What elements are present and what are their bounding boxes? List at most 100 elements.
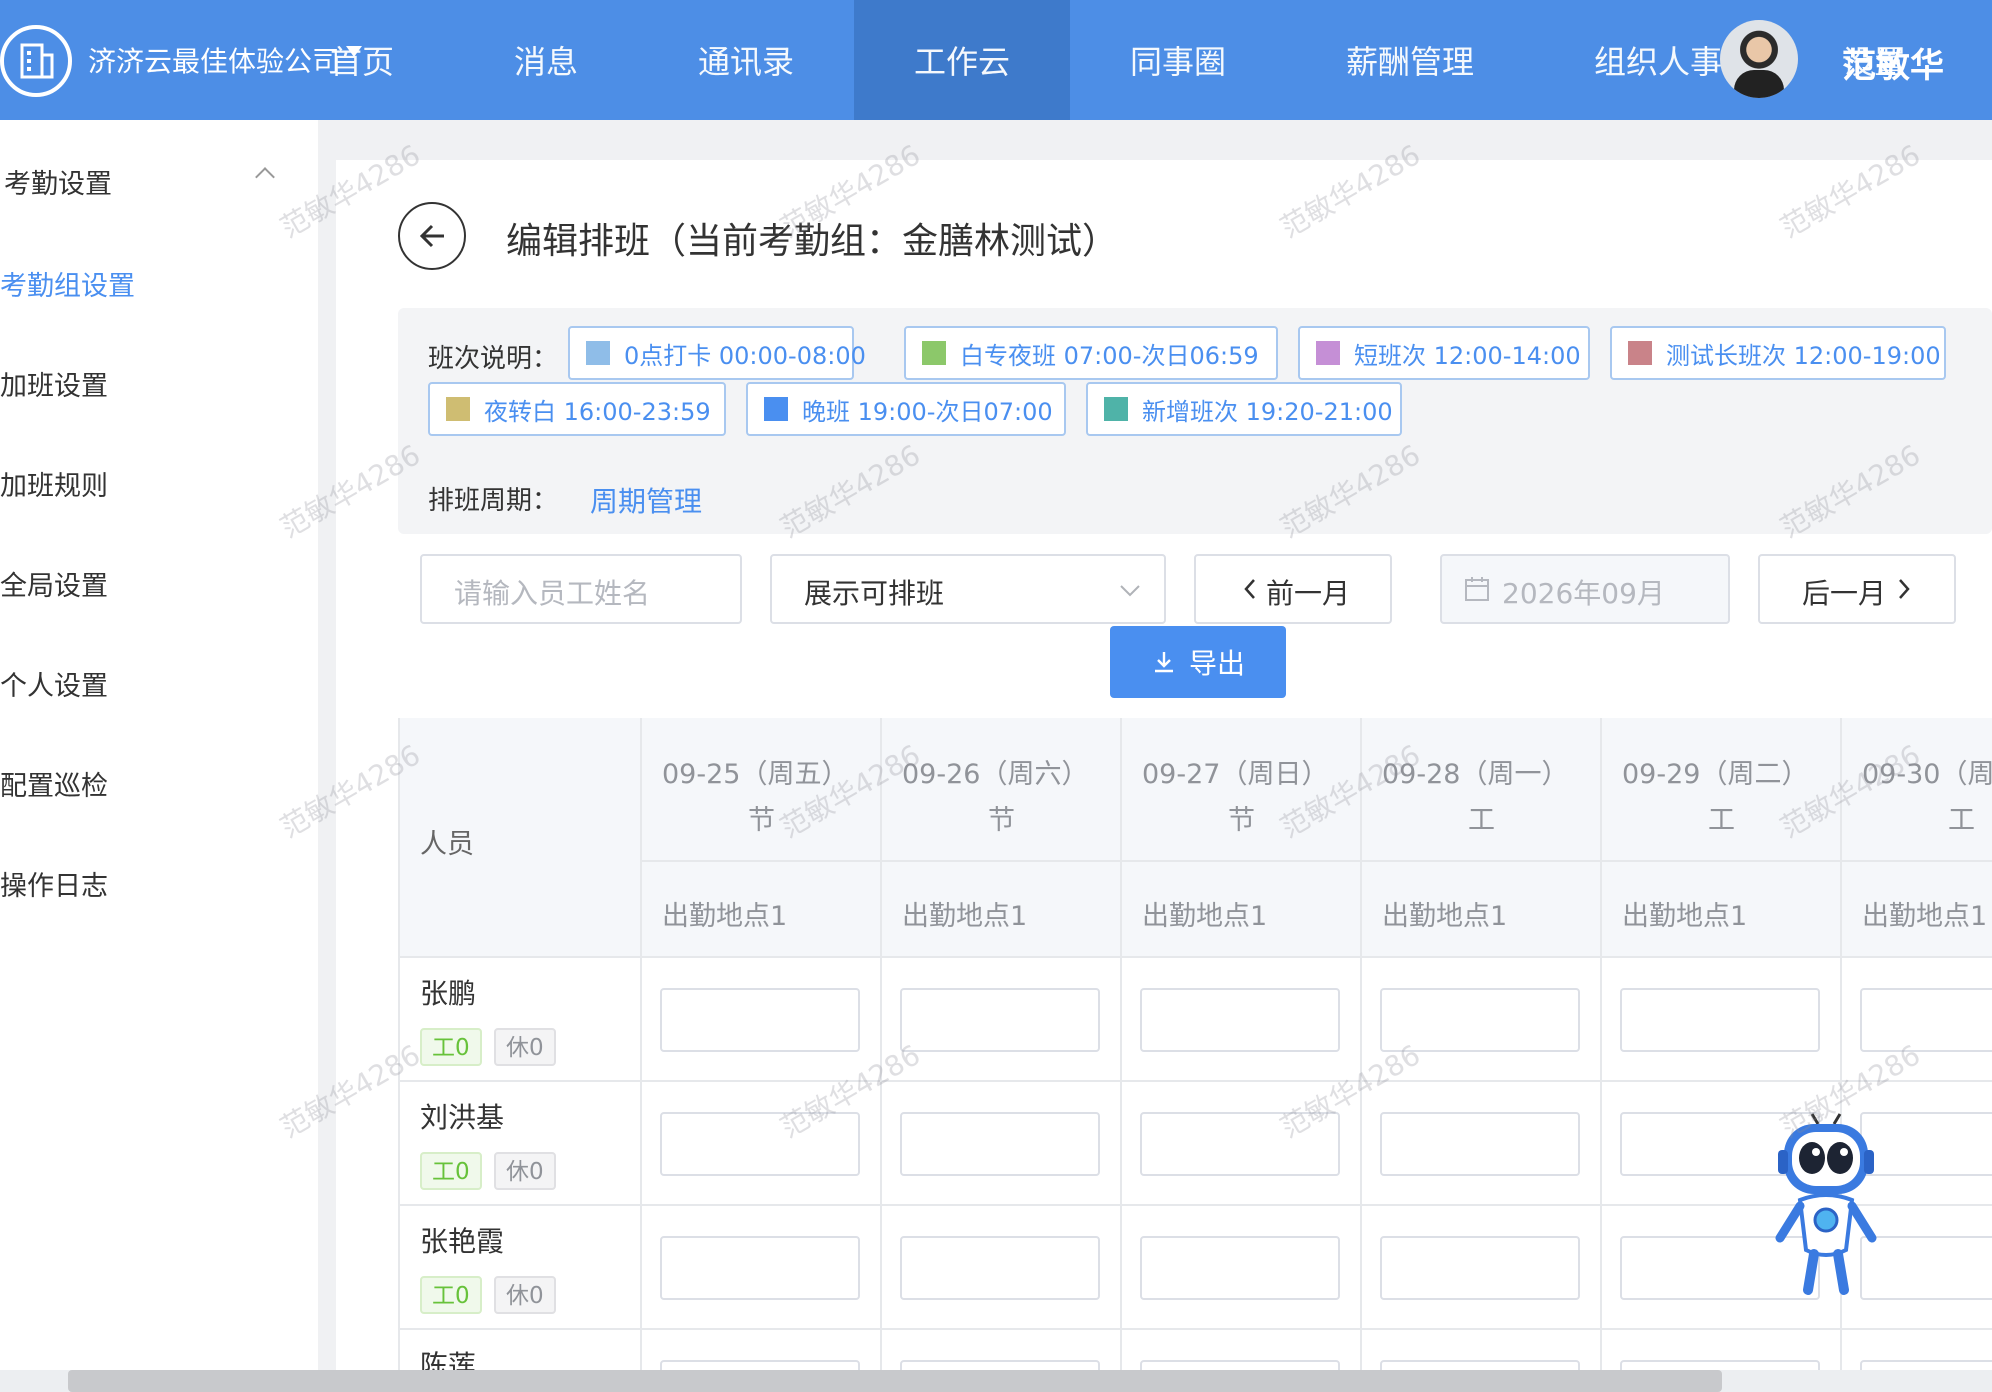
nav-payroll[interactable]: 薪酬管理 <box>1346 0 1474 120</box>
sidebar-item-attendance-settings[interactable]: 考勤设置 <box>4 162 112 201</box>
work-count-badge: 工0 <box>420 1152 482 1190</box>
day-header-type: 节 <box>1228 805 1255 836</box>
shift-color-swatch <box>1316 341 1340 365</box>
month-value: 2026年09月 <box>1502 577 1665 610</box>
chevron-right-icon <box>1899 579 1910 599</box>
shift-cell-input[interactable] <box>1620 1360 1820 1370</box>
shift-description-label: 班次说明： <box>428 344 559 374</box>
company-name[interactable]: 济济云最佳体验公司 <box>88 40 340 80</box>
export-label: 导出 <box>1188 647 1245 680</box>
shift-tag[interactable]: 0点打卡 00:00-08:00 <box>568 326 866 380</box>
shift-tag-text: 夜转白 16:00-23:59 <box>484 397 711 426</box>
row-divider <box>400 1080 1992 1082</box>
cycle-management-link[interactable]: 周期管理 <box>590 480 702 520</box>
schedule-cycle-label: 排班周期： <box>428 486 559 516</box>
day-header-type: 工 <box>1948 805 1975 836</box>
shift-color-swatch <box>922 341 946 365</box>
shift-cell-input[interactable] <box>900 988 1100 1052</box>
sidebar-item-personal-settings[interactable]: 个人设置 <box>0 664 108 703</box>
work-count-badge: 工0 <box>420 1028 482 1066</box>
shift-tag[interactable]: 白专夜班 07:00-次日06:59 <box>904 326 1278 380</box>
shift-cell-input[interactable] <box>1380 1360 1580 1370</box>
row-divider <box>400 1204 1992 1206</box>
nav-colleagues[interactable]: 同事圈 <box>1130 0 1226 120</box>
horizontal-scrollbar-thumb[interactable] <box>68 1370 1722 1392</box>
next-month-label: 后一月 <box>1802 577 1887 610</box>
shift-cell-input[interactable] <box>1380 1236 1580 1300</box>
shift-tag[interactable]: 短班次 12:00-14:00 <box>1298 326 1590 380</box>
nav-contacts[interactable]: 通讯录 <box>698 0 794 120</box>
shift-cell-input[interactable] <box>1860 1360 1992 1370</box>
schedule-filter-select[interactable]: 展示可排班 <box>770 554 1166 624</box>
day-header-date: 09-29（周二） <box>1622 759 1809 790</box>
shift-tag-text: 新增班次 19:20-21:00 <box>1142 397 1393 426</box>
shift-cell-input[interactable] <box>660 988 860 1052</box>
day-header-date: 09-26（周六） <box>902 759 1089 790</box>
column-divider <box>1120 718 1122 1370</box>
row-divider <box>640 860 1992 862</box>
shift-cell-input[interactable] <box>900 1112 1100 1176</box>
shift-tag[interactable]: 新增班次 19:20-21:00 <box>1086 382 1402 436</box>
shift-tag-text: 0点打卡 00:00-08:00 <box>624 341 866 370</box>
calendar-icon <box>1465 577 1489 601</box>
back-button[interactable] <box>398 202 466 270</box>
shift-cell-input[interactable] <box>1620 988 1820 1052</box>
shift-cell-input[interactable] <box>1380 1112 1580 1176</box>
nav-organization[interactable]: 组织人事 <box>1594 0 1722 120</box>
day-header-type: 工 <box>1468 805 1495 836</box>
month-picker[interactable]: 2026年09月 <box>1440 554 1730 624</box>
shift-tag-text: 短班次 12:00-14:00 <box>1354 341 1581 370</box>
robot-assistant-icon[interactable] <box>1770 1110 1882 1300</box>
work-count-badge: 工0 <box>420 1276 482 1314</box>
top-nav-bar: 济济云最佳体验公司 首页 消息 通讯录 工作云 同事圈 薪酬管理 组织人事 设置… <box>0 0 1992 120</box>
chevron-down-icon <box>1120 585 1140 597</box>
day-header-location: 出勤地点1 <box>1622 901 1748 932</box>
day-header-type: 节 <box>988 805 1015 836</box>
user-avatar[interactable] <box>1720 20 1798 98</box>
shift-cell-input[interactable] <box>660 1360 860 1370</box>
shift-color-swatch <box>446 397 470 421</box>
sidebar-item-operation-log[interactable]: 操作日志 <box>0 864 108 903</box>
chevron-left-icon <box>1244 579 1255 599</box>
shift-cell-input[interactable] <box>660 1236 860 1300</box>
prev-month-button[interactable]: 前一月 <box>1194 554 1392 624</box>
sidebar-item-overtime-settings[interactable]: 加班设置 <box>0 364 108 403</box>
person-name: 刘洪基 <box>420 1101 505 1134</box>
shift-color-swatch <box>586 341 610 365</box>
row-divider <box>400 956 1992 958</box>
day-header-location: 出勤地点1 <box>1382 901 1508 932</box>
export-button[interactable]: 导出 <box>1110 626 1286 698</box>
shift-tag[interactable]: 夜转白 16:00-23:59 <box>428 382 726 436</box>
nav-workcloud[interactable]: 工作云 <box>914 0 1010 120</box>
shift-color-swatch <box>1104 397 1128 421</box>
day-header-date: 09-27（周日） <box>1142 759 1329 790</box>
shift-cell-input[interactable] <box>1140 988 1340 1052</box>
user-name[interactable]: 范敏华 <box>1842 38 1944 87</box>
nav-home[interactable]: 首页 <box>330 0 394 120</box>
shift-cell-input[interactable] <box>900 1360 1100 1370</box>
shift-cell-input[interactable] <box>1140 1236 1340 1300</box>
rest-count-badge: 休0 <box>494 1276 556 1314</box>
sidebar-item-config-inspection[interactable]: 配置巡检 <box>0 764 108 803</box>
prev-month-label: 前一月 <box>1266 577 1351 610</box>
company-logo-icon[interactable] <box>0 25 72 97</box>
shift-tag[interactable]: 测试长班次 12:00-19:00 <box>1610 326 1946 380</box>
shift-color-swatch <box>1628 341 1652 365</box>
shift-tag[interactable]: 晚班 19:00-次日07:00 <box>746 382 1066 436</box>
shift-cell-input[interactable] <box>1860 988 1992 1052</box>
shift-tag-text: 晚班 19:00-次日07:00 <box>802 397 1053 426</box>
shift-cell-input[interactable] <box>900 1236 1100 1300</box>
sidebar-item-global-settings[interactable]: 全局设置 <box>0 564 108 603</box>
next-month-button[interactable]: 后一月 <box>1758 554 1956 624</box>
sidebar-item-group-settings[interactable]: 考勤组设置 <box>0 264 135 303</box>
rest-count-badge: 休0 <box>494 1152 556 1190</box>
sidebar-item-overtime-rules[interactable]: 加班规则 <box>0 464 108 503</box>
nav-messages[interactable]: 消息 <box>514 0 578 120</box>
day-header-location: 出勤地点1 <box>1862 901 1988 932</box>
person-name: 张鹏 <box>420 977 477 1010</box>
column-divider <box>880 718 882 1370</box>
shift-cell-input[interactable] <box>1140 1360 1340 1370</box>
download-icon <box>1154 652 1173 673</box>
schedule-table: 人员 09-25（周五） 节 出勤地点1 09-26（周六） 节 出勤地点1 0… <box>398 718 1992 1370</box>
employee-search-input[interactable]: 请输入员工姓名 <box>420 554 742 624</box>
